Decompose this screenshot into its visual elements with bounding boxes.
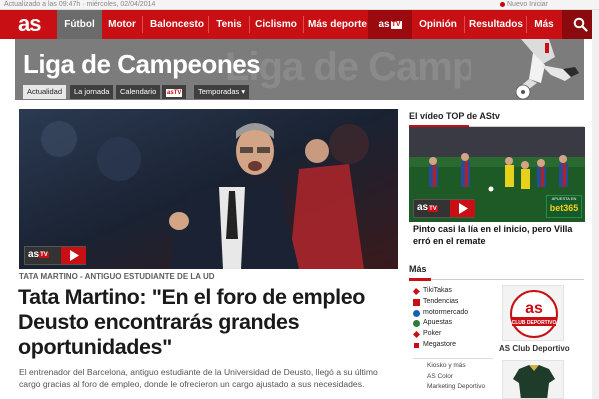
nav-item-tenis[interactable]: Tenis — [213, 10, 245, 39]
tab-temporadas[interactable]: Temporadas ▾ — [194, 85, 250, 99]
nav-item-resultados[interactable]: Resultados — [469, 10, 523, 39]
article-summary: El entrenador del Barcelona, antiguo est… — [19, 367, 378, 389]
more-link-label: motormercado — [423, 308, 469, 316]
astv-tab-badge: TV — [173, 90, 182, 96]
nav-item-astv[interactable]: as TV — [368, 10, 412, 39]
jersey-image — [513, 365, 555, 398]
astv-logo: asTV — [28, 249, 49, 260]
nav-divider — [208, 16, 209, 33]
more-links-secondary: Kiosko y más AS Color Marketing Deportiv… — [427, 361, 507, 393]
section-subnav: Actualidad La jornada Calendario asTV Te… — [15, 84, 584, 100]
motormercado-icon — [413, 309, 420, 317]
more-links-list: TikiTakas Tendencias motormercado Apuest… — [413, 286, 503, 351]
astv-logo: asTV — [417, 202, 438, 213]
main-nav: as Fútbol Motor Baloncesto Tenis Ciclism… — [0, 10, 599, 39]
club-deportivo-badge[interactable]: as CLUB DEPORTIVO — [502, 285, 564, 341]
tv-badge: TV — [390, 21, 402, 29]
more-link-label: Tendencias — [423, 297, 459, 305]
video-top-heading-text: El vídeo TOP de AStv — [409, 111, 500, 121]
more-link-apuestas[interactable]: Apuestas — [413, 318, 503, 329]
nav-divider — [249, 16, 250, 33]
page-title: Liga de Campeones — [23, 49, 261, 79]
hero-play-button[interactable]: asTV — [24, 246, 86, 265]
club-deportivo-caption[interactable]: AS Club Deportivo — [499, 344, 570, 353]
apuestas-icon — [413, 320, 420, 328]
play-icon — [450, 200, 475, 217]
more-link-megastore[interactable]: Megastore — [413, 340, 503, 351]
more-link-as-color[interactable]: AS Color — [427, 372, 507, 383]
bet365-logo: bet365 — [549, 203, 579, 213]
tendencias-icon — [413, 298, 420, 306]
poker-icon — [413, 331, 420, 339]
nav-divider — [303, 16, 304, 33]
more-link-motormercado[interactable]: motormercado — [413, 308, 503, 319]
more-link-marketing[interactable]: Marketing Deportivo — [427, 382, 507, 393]
more-link-label: TikiTakas — [423, 287, 452, 294]
astv-tab-label: as — [167, 90, 174, 96]
more-divider — [413, 358, 493, 359]
more-link-label: Apuestas — [423, 319, 453, 327]
play-icon — [61, 247, 86, 264]
more-link-label: Poker — [423, 330, 442, 338]
astv-badge: asTV — [166, 89, 183, 97]
account-link-text[interactable]: Nuevo Iniciar — [507, 1, 548, 8]
tab-calendario[interactable]: Calendario — [116, 85, 161, 99]
article-headline[interactable]: Tata Martino: "En el foro de empleo Deus… — [18, 285, 398, 360]
more-link-kiosko[interactable]: Kiosko y más — [427, 361, 507, 372]
more-heading: Más — [409, 264, 584, 281]
astv-label: as — [378, 19, 390, 30]
heading-rule — [409, 279, 584, 280]
account-links[interactable]: Nuevo Iniciar — [500, 1, 548, 8]
video-top-play-button[interactable]: asTV — [413, 199, 475, 218]
nav-item-mas-deporte[interactable]: Más deporte — [308, 10, 367, 39]
astv-logo-tv: TV — [428, 206, 438, 212]
top-status-strip: Actualizado a las 09:47h · miércoles, 02… — [0, 0, 599, 10]
video-top-thumbnail[interactable]: asTV APUESTA EN bet365 — [409, 127, 585, 222]
nav-item-mas[interactable]: Más — [530, 10, 558, 39]
club-badge-logo: as — [525, 300, 543, 317]
more-link-tikitakas[interactable]: TikiTakas — [413, 286, 503, 297]
more-link-tendencias[interactable]: Tendencias — [413, 297, 503, 308]
club-badge-ribbon: CLUB DEPORTIVO — [512, 320, 557, 326]
nav-item-futbol[interactable]: Fútbol — [57, 10, 102, 39]
nav-divider — [526, 16, 527, 33]
tab-actualidad[interactable]: Actualidad — [23, 85, 67, 99]
more-link-poker[interactable]: Poker — [413, 329, 503, 340]
as-logo[interactable]: as — [18, 12, 42, 36]
nav-item-motor[interactable]: Motor — [104, 10, 140, 39]
hero-photo — [19, 109, 398, 269]
nav-item-ciclismo[interactable]: Ciclismo — [254, 10, 298, 39]
nav-divider — [142, 16, 143, 33]
astv-logo-text: as — [28, 249, 40, 260]
article-kicker: TATA MARTINO - ANTIGUO ESTUDIANTE DE LA … — [19, 272, 215, 281]
video-top-caption[interactable]: Pinto casi la lía en el inicio, pero Vil… — [413, 224, 585, 247]
user-icon — [500, 2, 505, 7]
jersey-promo[interactable] — [502, 360, 564, 399]
bet365-ad[interactable]: APUESTA EN bet365 — [546, 195, 582, 218]
tab-astv[interactable]: asTV — [162, 85, 187, 99]
tikitakas-icon — [413, 288, 420, 295]
nav-item-opinion[interactable]: Opinión — [416, 10, 460, 39]
astv-logo-tv: TV — [39, 252, 49, 258]
hero-video[interactable]: asTV — [19, 109, 398, 269]
last-updated-text: Actualizado a las 09:47h · miércoles, 02… — [4, 1, 156, 8]
tab-la-jornada[interactable]: La jornada — [70, 85, 114, 99]
page-scrollbar[interactable] — [592, 10, 599, 399]
heading-accent — [409, 278, 431, 281]
more-link-label: Megastore — [423, 340, 457, 348]
nav-item-baloncesto[interactable]: Baloncesto — [148, 10, 206, 39]
search-icon — [573, 17, 588, 32]
video-top-heading: El vídeo TOP de AStv — [409, 111, 584, 128]
more-heading-text: Más — [409, 264, 427, 274]
nav-divider — [464, 16, 465, 33]
astv-logo-text: as — [417, 202, 429, 213]
club-shield-icon: as CLUB DEPORTIVO — [510, 290, 558, 338]
megastore-icon — [414, 342, 419, 348]
